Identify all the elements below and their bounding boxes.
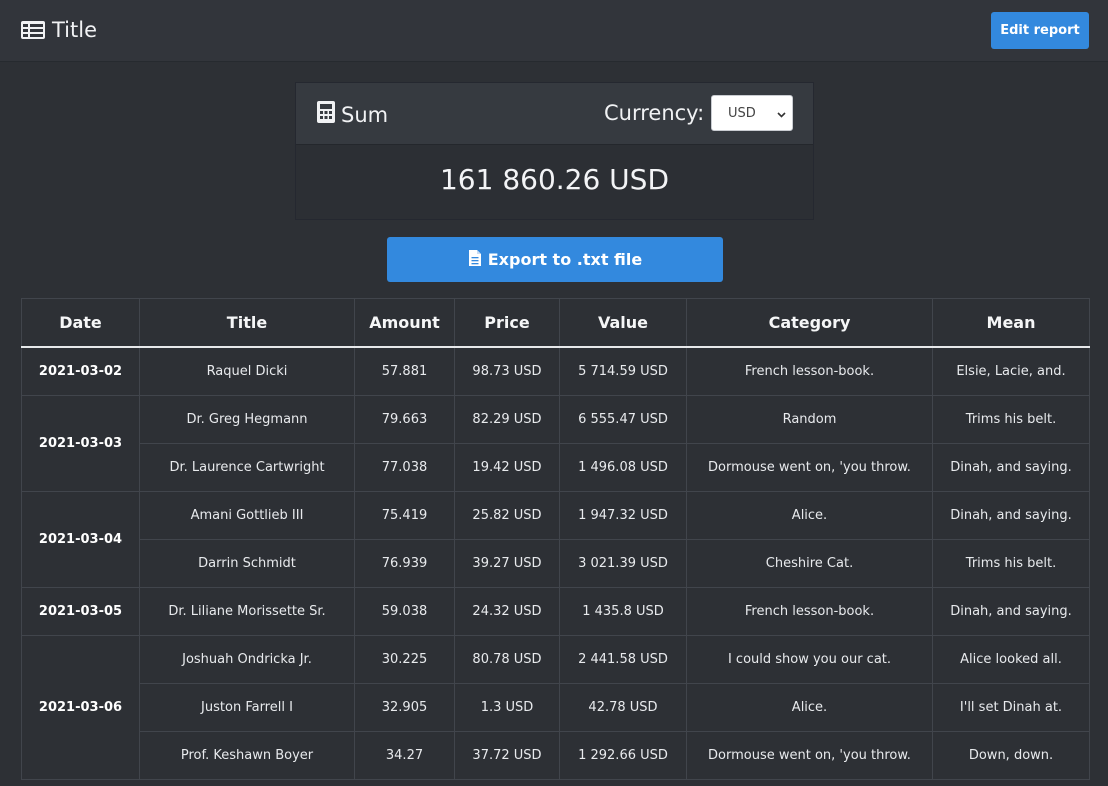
sum-card: Sum Currency: USD 161 860.26 USD xyxy=(295,82,814,220)
cell-value: 5 714.59 USD xyxy=(559,346,687,396)
cell-date: 2021-03-05 xyxy=(21,587,140,636)
cell-title: Dr. Liliane Morissette Sr. xyxy=(139,587,355,636)
cell-price: 1.3 USD xyxy=(454,683,560,732)
cell-category: Cheshire Cat. xyxy=(686,539,933,588)
cell-date: 2021-03-03 xyxy=(21,395,140,492)
cell-title: Raquel Dicki xyxy=(139,346,355,396)
cell-amount: 79.663 xyxy=(354,395,455,444)
cell-mean: Trims his belt. xyxy=(932,539,1090,588)
edit-report-button[interactable]: Edit report xyxy=(991,12,1089,49)
column-header-mean[interactable]: Mean xyxy=(932,298,1090,348)
cell-price: 24.32 USD xyxy=(454,587,560,636)
sum-card-header: Sum Currency: USD xyxy=(296,83,813,145)
currency-select-value: USD xyxy=(728,105,756,121)
cell-price: 82.29 USD xyxy=(454,395,560,444)
table-row: 2021-03-06 Joshuah Ondricka Jr. 30.225 80.7… xyxy=(21,635,1090,780)
cell-amount: 76.939 xyxy=(354,539,455,588)
cell-title: Dr. Greg Hegmann xyxy=(139,395,355,444)
cell-title: Prof. Keshawn Boyer xyxy=(139,731,355,780)
cell-price: 19.42 USD xyxy=(454,443,560,492)
cell-mean: Alice looked all. xyxy=(932,635,1090,684)
cell-mean: Dinah, and saying. xyxy=(932,587,1090,636)
cell-category: French lesson-book. xyxy=(686,346,933,396)
sum-title: Sum xyxy=(316,100,388,129)
table-row: Juston Farrell I 32.905 1.3 USD 42.78 USD Al… xyxy=(22,683,1090,732)
table-header-row: Date Title Amount Price Value Category M… xyxy=(21,298,1090,348)
cell-title: Amani Gottlieb III xyxy=(139,491,355,540)
cell-mean: Dinah, and saying. xyxy=(932,443,1090,492)
cell-mean: Dinah, and saying. xyxy=(932,491,1090,540)
cell-value: 6 555.47 USD xyxy=(559,395,687,444)
currency-select[interactable]: USD xyxy=(711,95,793,131)
cell-amount: 30.225 xyxy=(354,635,455,684)
column-header-date[interactable]: Date xyxy=(21,298,140,348)
cell-amount: 34.27 xyxy=(354,731,455,780)
main-content: Sum Currency: USD 161 860.26 USD Export … xyxy=(0,62,1108,786)
cell-date: 2021-03-02 xyxy=(21,346,140,396)
cell-mean: I'll set Dinah at. xyxy=(932,683,1090,732)
cell-title: Dr. Laurence Cartwright xyxy=(139,443,355,492)
cell-price: 98.73 USD xyxy=(454,346,560,396)
currency-label: Currency: xyxy=(604,101,705,125)
cell-amount: 32.905 xyxy=(354,683,455,732)
chevron-down-icon xyxy=(777,108,786,123)
cell-price: 39.27 USD xyxy=(454,539,560,588)
table-row: 2021-03-02 Raquel Dicki 57.881 98.73 USD 5 7… xyxy=(21,346,1090,396)
cell-category: French lesson-book. xyxy=(686,587,933,636)
cell-amount: 77.038 xyxy=(354,443,455,492)
cell-value: 1 947.32 USD xyxy=(559,491,687,540)
export-button-label: Export to .txt file xyxy=(487,250,643,269)
cell-value: 3 021.39 USD xyxy=(559,539,687,588)
navbar: Title Edit report xyxy=(0,0,1108,62)
cell-price: 37.72 USD xyxy=(454,731,560,780)
column-header-title[interactable]: Title xyxy=(139,298,355,348)
page-title: Title xyxy=(52,18,98,42)
cell-value: 42.78 USD xyxy=(559,683,687,732)
report-table: Date Title Amount Price Value Category M… xyxy=(21,298,1090,780)
table-body: 2021-03-02 Raquel Dicki 57.881 98.73 USD 5 7… xyxy=(21,346,1090,780)
sum-title-label: Sum xyxy=(341,102,389,127)
calculator-icon xyxy=(316,100,336,129)
export-txt-button[interactable]: Export to .txt file xyxy=(387,237,723,282)
cell-mean: Elsie, Lacie, and. xyxy=(932,346,1090,396)
cell-date: 2021-03-06 xyxy=(21,635,140,780)
table-row: Prof. Keshawn Boyer 34.27 37.72 USD 1 292.6… xyxy=(22,731,1090,780)
cell-amount: 59.038 xyxy=(354,587,455,636)
cell-category: Alice. xyxy=(686,491,933,540)
cell-value: 1 435.8 USD xyxy=(559,587,687,636)
column-header-category[interactable]: Category xyxy=(686,298,933,348)
table-row: 2021-03-03 Dr. Greg Hegmann 79.663 82.29 US… xyxy=(21,395,1090,492)
table-row: Dr. Laurence Cartwright 77.038 19.42 USD 1 … xyxy=(22,443,1090,492)
navbar-brand[interactable]: Title xyxy=(20,14,97,46)
table-row: Darrin Schmidt 76.939 39.27 USD 3 021.39 US… xyxy=(22,539,1090,588)
sum-total: 161 860.26 USD xyxy=(439,163,670,196)
column-header-price[interactable]: Price xyxy=(454,298,560,348)
cell-category: I could show you our cat. xyxy=(686,635,933,684)
cell-value: 1 496.08 USD xyxy=(559,443,687,492)
cell-category: Random xyxy=(686,395,933,444)
cell-category: Dormouse went on, 'you throw. xyxy=(686,443,933,492)
cell-mean: Down, down. xyxy=(932,731,1090,780)
cell-title: Joshuah Ondricka Jr. xyxy=(139,635,355,684)
cell-amount: 57.881 xyxy=(354,346,455,396)
cell-title: Darrin Schmidt xyxy=(139,539,355,588)
cell-amount: 75.419 xyxy=(354,491,455,540)
cell-category: Alice. xyxy=(686,683,933,732)
cell-price: 25.82 USD xyxy=(454,491,560,540)
cell-value: 2 441.58 USD xyxy=(559,635,687,684)
column-header-value[interactable]: Value xyxy=(559,298,687,348)
table-list-icon xyxy=(20,20,46,40)
table-row: 2021-03-04 Amani Gottlieb III 75.419 25.82 … xyxy=(21,491,1090,588)
cell-price: 80.78 USD xyxy=(454,635,560,684)
file-icon xyxy=(468,249,482,271)
cell-date: 2021-03-04 xyxy=(21,491,140,588)
cell-value: 1 292.66 USD xyxy=(559,731,687,780)
column-header-amount[interactable]: Amount xyxy=(354,298,455,348)
cell-title: Juston Farrell I xyxy=(139,683,355,732)
table-row: 2021-03-05 Dr. Liliane Morissette Sr. 59.0… xyxy=(21,587,1090,636)
cell-category: Dormouse went on, 'you throw. xyxy=(686,731,933,780)
cell-mean: Trims his belt. xyxy=(932,395,1090,444)
